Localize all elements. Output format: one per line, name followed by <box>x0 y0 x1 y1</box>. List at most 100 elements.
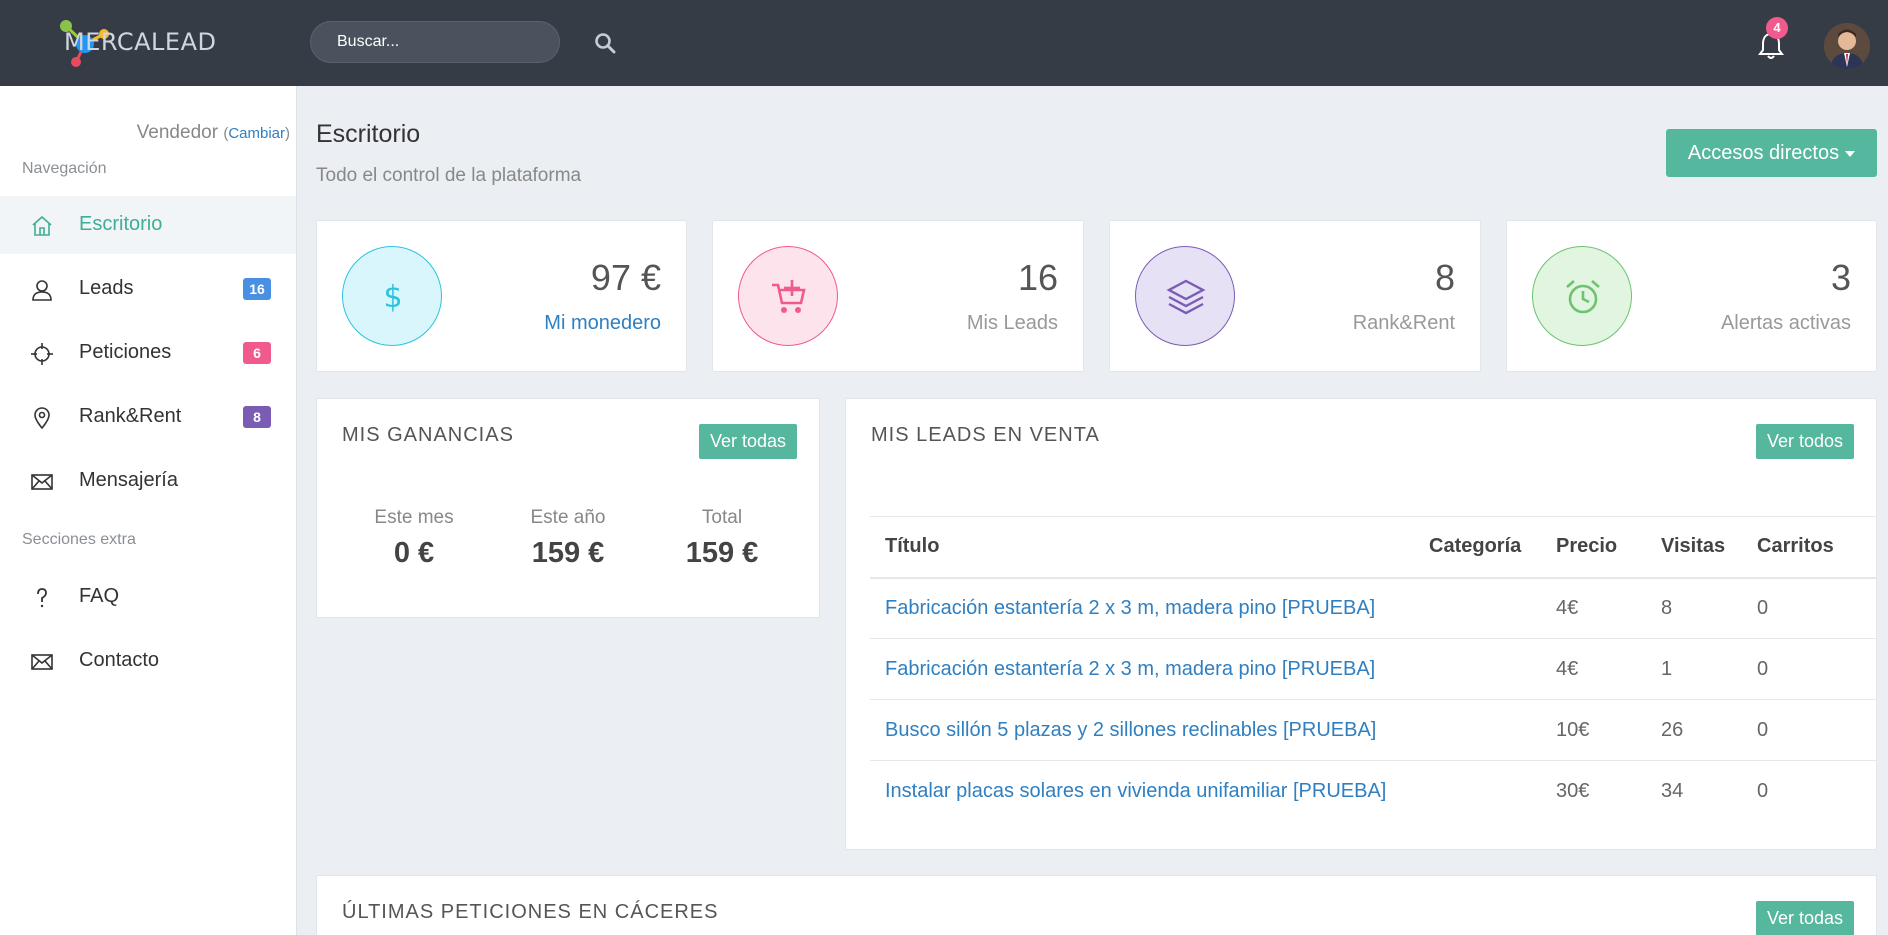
sidebar-item-label: Escritorio <box>79 213 163 235</box>
stat-value: 3 <box>1830 257 1851 298</box>
earning-value: 0 € <box>393 537 435 569</box>
lead-carts: 0 <box>1742 577 1876 639</box>
column-header[interactable]: Carritos <box>1742 516 1876 579</box>
card-title: MIS LEADS EN VENTA <box>871 424 1100 446</box>
lead-category <box>1414 761 1541 822</box>
lead-price: 10€ <box>1541 699 1646 761</box>
top-bar: MERCALEAD Buscar... 4 <box>0 0 1888 86</box>
question-icon <box>37 588 47 608</box>
quick-access-label: Accesos directos <box>1687 142 1840 164</box>
section-title-navigation: Navegación <box>22 160 107 177</box>
change-role-link[interactable]: Cambiar <box>228 125 285 142</box>
avatar[interactable] <box>1824 23 1870 69</box>
alarm-icon <box>1566 280 1600 314</box>
crosshair-icon <box>31 343 53 365</box>
earnings-card: MIS GANANCIAS Ver todas Este mes 0 € Est… <box>316 398 820 618</box>
lead-title-link[interactable]: Busco sillón 5 plazas y 2 sillones recli… <box>870 699 1414 761</box>
lead-price: 4€ <box>1541 577 1646 639</box>
cart-plus-icon <box>772 280 806 313</box>
lead-category <box>1414 577 1541 639</box>
stat-value: 8 <box>1434 257 1455 298</box>
latest-requests-card: ÚLTIMAS PETICIONES EN CÁCERES Ver todas <box>316 875 1877 935</box>
user-role: Vendedor (Cambiar) <box>136 122 290 143</box>
sidebar-item-peticiones[interactable]: Peticiones 6 <box>0 324 296 382</box>
earning-value: 159 € <box>685 537 759 569</box>
dollar-icon: $ <box>383 280 402 315</box>
stat-card-leads[interactable]: 16 Mis Leads <box>712 220 1084 372</box>
lead-visits: 1 <box>1646 638 1742 700</box>
view-all-leads-button[interactable]: Ver todos <box>1756 424 1855 459</box>
stat-icon-circle <box>1532 246 1632 346</box>
column-header[interactable]: Visitas <box>1646 516 1742 579</box>
table-row: Fabricación estantería 2 x 3 m, madera p… <box>870 577 1876 639</box>
stat-label[interactable]: Mi monedero <box>544 312 661 335</box>
quick-access-button[interactable]: Accesos directos <box>1666 129 1877 177</box>
lead-category <box>1414 638 1541 700</box>
earning-label: Este mes <box>374 507 454 528</box>
search-input[interactable]: Buscar... <box>310 21 560 63</box>
count-badge: 6 <box>243 342 271 364</box>
column-header[interactable]: Categoría <box>1414 516 1541 579</box>
svg-text:$: $ <box>383 280 402 315</box>
search-icon[interactable] <box>593 31 617 55</box>
role-label: Vendedor <box>136 122 219 143</box>
lead-price: 30€ <box>1556 779 1590 802</box>
sidebar-item-label: Peticiones <box>79 341 172 363</box>
sidebar-item-mensajeria[interactable]: Mensajería <box>0 452 296 510</box>
lead-visits: 34 <box>1661 779 1684 802</box>
logo-text: MERCALEAD <box>64 28 217 56</box>
leads-table: Título Categoría Precio Visitas Carritos… <box>870 516 1876 822</box>
earning-label: Este año <box>530 507 606 528</box>
sidebar-item-label: Mensajería <box>79 469 178 491</box>
notification-badge: 4 <box>1766 17 1788 39</box>
stat-card-rank-rent[interactable]: 8 Rank&Rent <box>1109 220 1481 372</box>
lead-title-link[interactable]: Fabricación estantería 2 x 3 m, madera p… <box>870 577 1414 639</box>
user-icon <box>32 280 52 301</box>
layers-icon <box>1166 279 1206 315</box>
earning-label: Total <box>701 507 743 528</box>
view-all-earnings-button[interactable]: Ver todas <box>699 424 798 459</box>
caret-down-icon <box>1845 150 1856 157</box>
lead-title-link[interactable]: Instalar placas solares en vivienda unif… <box>870 761 1414 822</box>
table-row: Busco sillón 5 plazas y 2 sillones recli… <box>870 699 1876 761</box>
lead-carts: 0 <box>1757 779 1769 802</box>
view-all-requests-button[interactable]: Ver todas <box>1756 901 1855 935</box>
sidebar-item-leads[interactable]: Leads 16 <box>0 260 296 318</box>
home-icon <box>32 215 52 236</box>
sidebar-item-label: Leads <box>79 277 134 299</box>
sidebar: Vendedor (Cambiar) Navegación Escritorio… <box>0 86 297 935</box>
lead-category <box>1414 699 1541 761</box>
stat-value: 97 € <box>590 257 661 298</box>
stat-card-alerts[interactable]: 3 Alertas activas <box>1506 220 1877 372</box>
lead-carts: 0 <box>1742 699 1876 761</box>
sidebar-item-faq[interactable]: FAQ <box>0 568 296 626</box>
sidebar-item-label: Rank&Rent <box>79 405 182 427</box>
table-header-row: Título Categoría Precio Visitas Carritos <box>870 516 1876 579</box>
column-header[interactable]: Título <box>870 516 1414 579</box>
sidebar-item-contacto[interactable]: Contacto <box>0 632 296 690</box>
lead-visits: 26 <box>1646 699 1742 761</box>
sidebar-item-rank-rent[interactable]: Rank&Rent 8 <box>0 388 296 446</box>
stat-label: Mis Leads <box>966 312 1058 334</box>
table-row: Fabricación estantería 2 x 3 m, madera p… <box>870 638 1876 700</box>
column-header[interactable]: Precio <box>1541 516 1646 579</box>
stat-icon-circle: $ <box>342 246 442 346</box>
leads-for-sale-card: MIS LEADS EN VENTA Ver todos Título Cate… <box>845 398 1877 850</box>
earning-this-year: Este año 159 € <box>508 507 628 570</box>
stat-label: Alertas activas <box>1720 312 1851 334</box>
stat-card-wallet[interactable]: $ 97 € Mi monedero <box>316 220 687 372</box>
card-title: MIS GANANCIAS <box>342 424 514 446</box>
stat-label: Rank&Rent <box>1352 312 1455 334</box>
table-row: Instalar placas solares en vivienda unif… <box>870 761 1876 822</box>
sidebar-item-label: FAQ <box>79 585 120 607</box>
page-subtitle: Todo el control de la plataforma <box>316 165 582 186</box>
envelope-icon <box>31 654 53 670</box>
lead-visits: 8 <box>1646 577 1742 639</box>
map-pin-icon <box>34 407 50 430</box>
envelope-icon <box>31 474 53 490</box>
sidebar-item-escritorio[interactable]: Escritorio <box>0 196 296 254</box>
count-badge: 16 <box>243 278 271 300</box>
stat-icon-circle <box>738 246 838 346</box>
card-title: ÚLTIMAS PETICIONES EN CÁCERES <box>342 901 719 923</box>
lead-title-link[interactable]: Fabricación estantería 2 x 3 m, madera p… <box>870 638 1414 700</box>
